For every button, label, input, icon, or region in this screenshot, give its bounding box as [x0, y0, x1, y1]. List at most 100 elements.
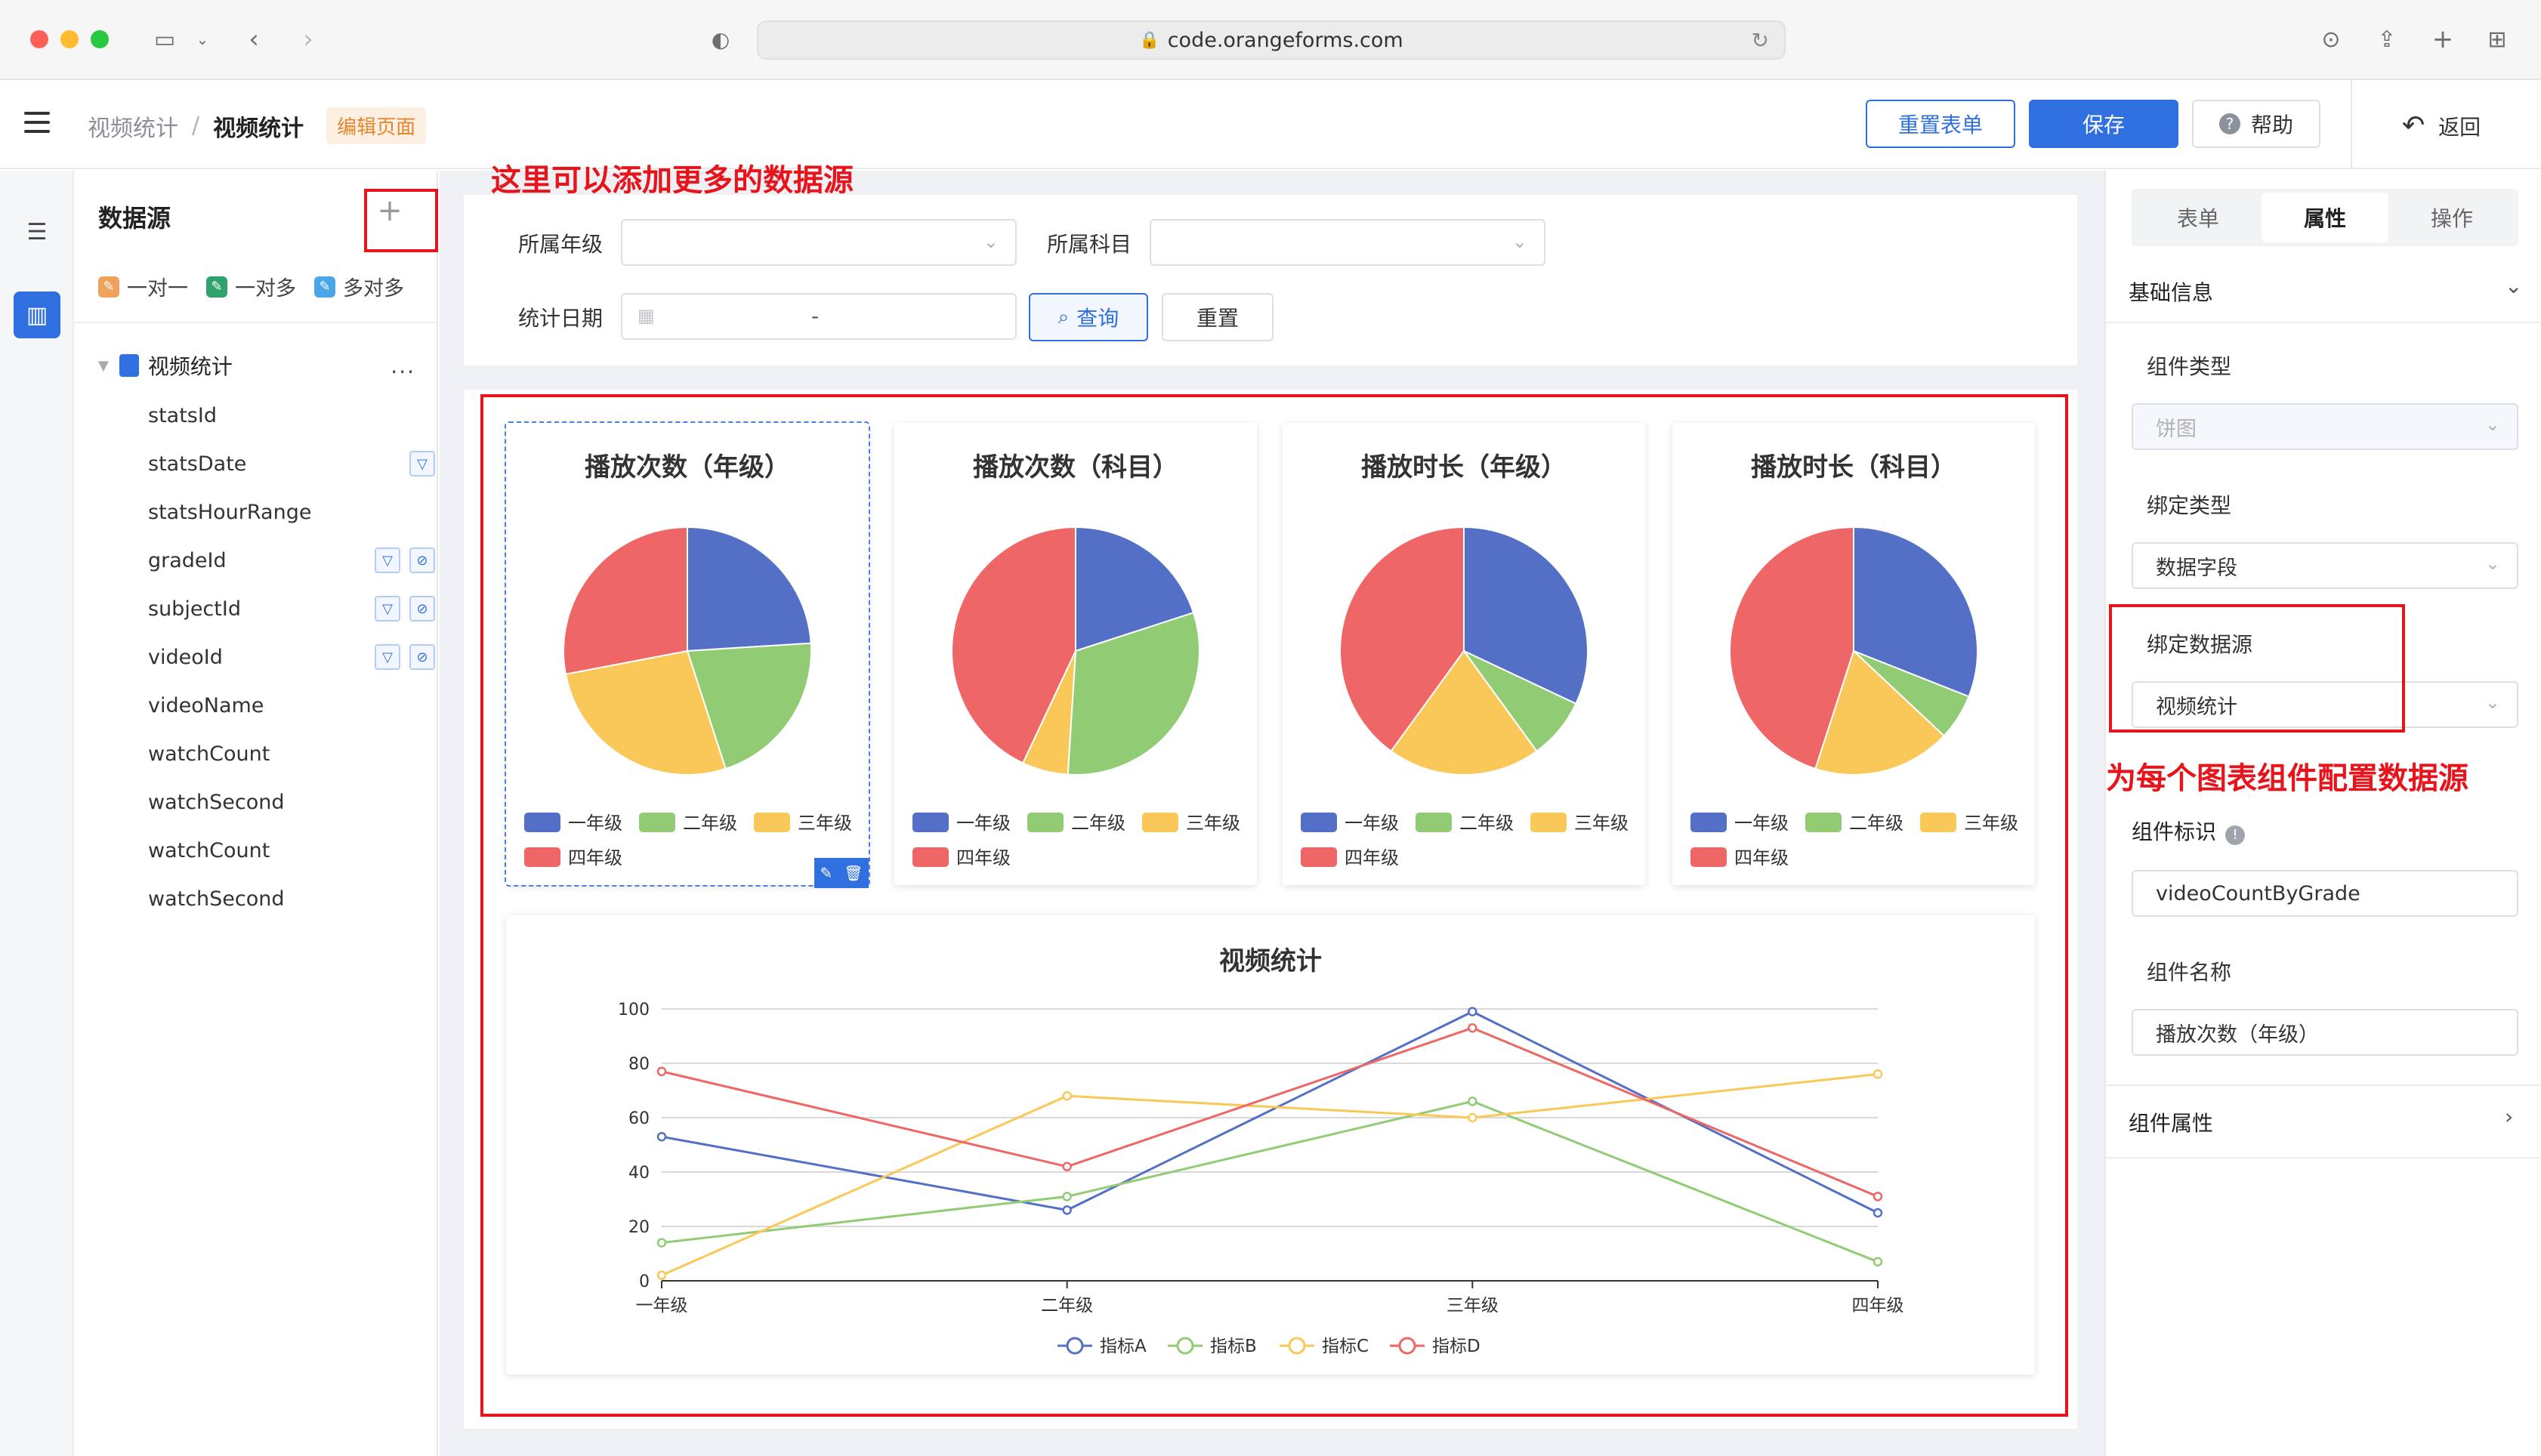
grade-select[interactable]: ⌄: [621, 219, 1017, 266]
filter-icon[interactable]: ▽: [375, 644, 400, 670]
help-button[interactable]: ? 帮助: [2192, 100, 2320, 148]
date-range-picker[interactable]: ▦ -: [621, 293, 1017, 340]
breadcrumb-parent[interactable]: 视频统计: [88, 110, 178, 143]
relation-many-to-many: ✎ 多对多: [314, 272, 404, 301]
component-type-label: 组件类型: [2147, 354, 2232, 379]
chevron-down-icon: ⌄: [2484, 414, 2500, 435]
datasource-root-label: 视频统计: [147, 354, 233, 379]
field-item[interactable]: watchSecond: [148, 785, 435, 819]
date-filter-label: 统计日期: [518, 306, 604, 331]
relation-one-to-many: ✎ 一对多: [206, 272, 296, 301]
filter-form: 所属年级 ⌄ 所属科目 ⌄ 统计日期 ▦ - ⌕ 查询 重置: [464, 195, 2077, 366]
link-icon[interactable]: ⊘: [409, 644, 435, 670]
field-label: gradeId: [148, 548, 227, 572]
filter-icon[interactable]: ▽: [375, 548, 400, 573]
back-nav-icon[interactable]: ‹: [240, 23, 267, 56]
reload-icon[interactable]: ↻: [1752, 28, 1769, 53]
sidebar-toggle-icon[interactable]: ▭: [148, 23, 181, 56]
undo-arrow-icon: ↶: [2402, 110, 2425, 141]
reset-button[interactable]: 重置: [1162, 293, 1274, 341]
url-bar[interactable]: 🔒 code.orangeforms.com ↻: [757, 20, 1786, 60]
save-button[interactable]: 保存: [2029, 100, 2178, 148]
link-icon: ✎: [206, 276, 227, 298]
field-item[interactable]: statsId: [148, 399, 435, 432]
browser-toolbar: ▭ ⌄ ‹ › ◐ 🔒 code.orangeforms.com ↻ ⊙ ⇪ +…: [0, 0, 2541, 80]
reset-label: 重置: [1196, 306, 1239, 331]
help-label: 帮助: [2250, 113, 2293, 137]
header-divider: [2351, 80, 2352, 169]
field-item[interactable]: watchSecond: [148, 882, 435, 915]
maximize-window-button[interactable]: [91, 30, 109, 48]
back-button[interactable]: ↶ 返回: [2402, 110, 2481, 141]
component-id-input[interactable]: videoCountByGrade: [2132, 870, 2518, 917]
component-props-header[interactable]: 组件属性: [2129, 1107, 2213, 1137]
new-tab-icon[interactable]: +: [2426, 23, 2459, 56]
relation-label: 多对多: [343, 277, 404, 301]
query-button[interactable]: ⌕ 查询: [1029, 293, 1148, 341]
field-item[interactable]: statsDate ▽: [148, 447, 435, 480]
filter-icon[interactable]: ▽: [409, 451, 435, 477]
caret-down-icon[interactable]: ▼: [98, 358, 109, 374]
component-type-select: 饼图 ⌄: [2132, 403, 2518, 450]
tab-overview-icon[interactable]: ⊞: [2481, 23, 2514, 56]
datasource-title: 数据源: [98, 204, 171, 233]
basic-info-header[interactable]: 基础信息: [2129, 276, 2213, 307]
field-label: videoName: [148, 693, 264, 717]
minimize-window-button[interactable]: [60, 30, 79, 48]
calendar-icon: ▦: [638, 305, 655, 326]
reset-form-button[interactable]: 重置表单: [1866, 100, 2015, 148]
info-icon[interactable]: !: [2225, 825, 2246, 845]
url-text: code.orangeforms.com: [1167, 28, 1403, 52]
shield-icon[interactable]: ◐: [705, 23, 736, 56]
field-item[interactable]: watchCount: [148, 737, 435, 770]
field-label: videoId: [148, 645, 223, 669]
tab-form[interactable]: 表单: [2135, 193, 2262, 242]
app-header: 视频统计 / 视频统计 编辑页面 重置表单 保存 ? 帮助 ↶ 返回: [0, 80, 2541, 169]
link-icon[interactable]: ⊘: [409, 596, 435, 622]
filter-icon[interactable]: ▽: [375, 596, 400, 622]
field-label: watchCount: [148, 742, 270, 766]
field-label: statsDate: [148, 452, 247, 476]
more-icon[interactable]: ...: [391, 353, 415, 378]
link-icon[interactable]: ⊘: [409, 548, 435, 573]
field-item[interactable]: watchCount: [148, 834, 435, 867]
breadcrumb: 视频统计 / 视频统计 编辑页面: [88, 107, 427, 144]
component-id-label: 组件标识!: [2132, 816, 2246, 846]
question-icon: ?: [2218, 113, 2240, 134]
chevron-down-icon[interactable]: ⌄: [2505, 273, 2522, 298]
annotation-config-each: 为每个图表组件配置数据源: [2106, 761, 2468, 796]
relation-one-to-one: ✎ 一对一: [98, 272, 188, 301]
tab-properties[interactable]: 属性: [2262, 193, 2388, 242]
chevron-down-icon: ⌄: [2484, 553, 2500, 574]
relation-label: 一对一: [127, 277, 188, 301]
subject-select[interactable]: ⌄: [1150, 219, 1545, 266]
field-item[interactable]: videoId ▽ ⊘: [148, 640, 435, 674]
field-item[interactable]: videoName: [148, 689, 435, 722]
forward-nav-icon[interactable]: ›: [295, 23, 322, 56]
save-label: 保存: [2082, 113, 2125, 137]
component-name-input[interactable]: 播放次数（年级）: [2132, 1009, 2518, 1056]
menu-icon[interactable]: [24, 112, 50, 134]
link-icon: ✎: [98, 276, 119, 298]
chevron-right-icon[interactable]: ›: [2505, 1104, 2513, 1129]
tab-actions[interactable]: 操作: [2388, 193, 2515, 242]
chart-panel-icon[interactable]: ▥: [14, 292, 60, 338]
bind-type-select[interactable]: 数据字段 ⌄: [2132, 542, 2518, 589]
datasource-tree-root[interactable]: ▼ 视频统计 ...: [98, 350, 415, 381]
lock-icon: 🔒: [1139, 30, 1160, 50]
date-range-separator: -: [811, 304, 820, 329]
field-item[interactable]: gradeId ▽ ⊘: [148, 544, 435, 577]
link-icon: ✎: [314, 276, 335, 298]
field-item[interactable]: statsHourRange: [148, 495, 435, 529]
annotation-add-more: 这里可以添加更多的数据源: [491, 163, 854, 198]
subject-filter-label: 所属科目: [1047, 232, 1132, 257]
download-icon[interactable]: ⊙: [2314, 23, 2348, 56]
chevron-down-icon[interactable]: ⌄: [193, 23, 211, 56]
section-divider: [2106, 1157, 2541, 1158]
share-icon[interactable]: ⇪: [2370, 23, 2404, 56]
annotation-box-datasource: [2109, 604, 2405, 733]
close-window-button[interactable]: [30, 30, 48, 48]
field-item[interactable]: subjectId ▽ ⊘: [148, 592, 435, 625]
form-list-icon[interactable]: ☰: [14, 208, 60, 255]
field-label: subjectId: [148, 597, 241, 621]
